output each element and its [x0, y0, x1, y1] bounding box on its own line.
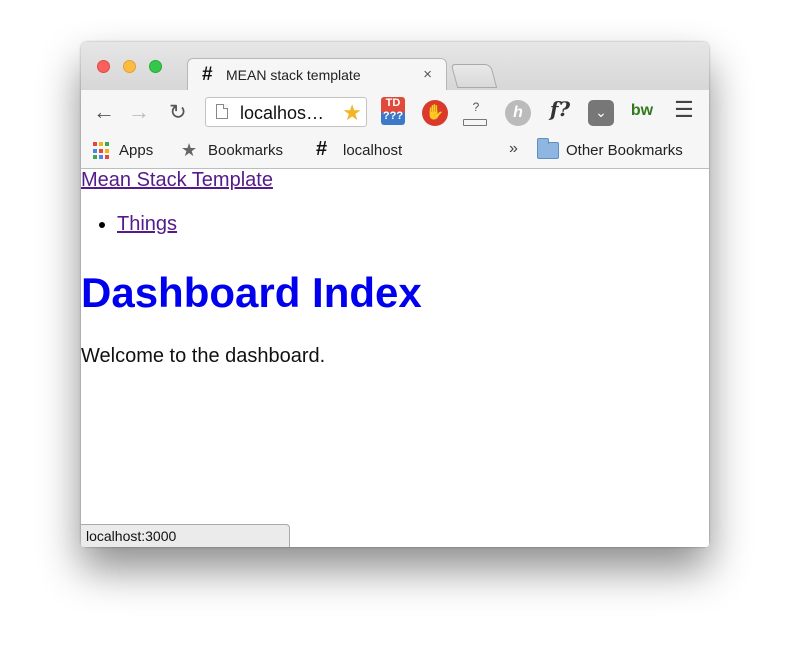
- bookmark-apps[interactable]: Apps: [119, 142, 153, 159]
- page-content: Mean Stack Template Things Dashboard Ind…: [81, 169, 709, 547]
- toolbar: ← → ↻ localhos… ★ TD??? ✋ ? h f? ⌄ bw ☰: [81, 90, 709, 134]
- brand-link[interactable]: Mean Stack Template: [81, 169, 273, 192]
- close-window-button[interactable]: [97, 60, 110, 73]
- menu-icon[interactable]: ☰: [671, 97, 697, 123]
- nav-list: Things: [117, 213, 177, 236]
- status-bar: localhost:3000: [81, 524, 290, 547]
- folder-icon: [537, 138, 559, 159]
- adblock-extension-icon[interactable]: ✋: [422, 100, 448, 126]
- bookmark-bookmarks[interactable]: Bookmarks: [208, 142, 283, 159]
- browser-window: # MEAN stack template × ← → ↻ localhos… …: [81, 42, 709, 547]
- back-arrow-icon[interactable]: ←: [93, 99, 115, 125]
- question-mark-icon: ?: [472, 100, 480, 114]
- h-extension-icon[interactable]: h: [505, 100, 531, 126]
- apps-grid-icon: [93, 142, 111, 160]
- more-bookmarks-chevron-icon[interactable]: »: [509, 140, 518, 158]
- bookmark-star-icon[interactable]: ★: [342, 100, 362, 126]
- tab-active[interactable]: # MEAN stack template ×: [187, 58, 447, 92]
- extension-bar-icon: [463, 119, 487, 126]
- things-link[interactable]: Things: [117, 213, 177, 235]
- tab-title: MEAN stack template: [226, 67, 361, 83]
- address-bar-url[interactable]: localhos…: [240, 103, 324, 124]
- bookmarks-bar: Apps ★ Bookmarks # localhost » Other Boo…: [81, 134, 709, 169]
- new-tab-button[interactable]: [450, 64, 498, 88]
- nav-item-things: Things: [117, 213, 177, 236]
- tab-close-icon[interactable]: ×: [423, 66, 432, 83]
- page-icon: [216, 104, 228, 119]
- minimize-window-button[interactable]: [123, 60, 136, 73]
- address-bar[interactable]: localhos… ★: [205, 97, 367, 127]
- welcome-text: Welcome to the dashboard.: [81, 345, 326, 367]
- page-title: Dashboard Index: [81, 269, 422, 316]
- hash-icon: #: [316, 138, 328, 160]
- forward-arrow-icon[interactable]: →: [128, 99, 150, 125]
- reload-icon[interactable]: ↻: [169, 100, 187, 125]
- f-extension-icon[interactable]: f?: [547, 97, 573, 123]
- bw-extension-icon[interactable]: bw: [629, 102, 655, 128]
- unknown-extension-icon[interactable]: ?: [463, 100, 489, 126]
- zoom-window-button[interactable]: [149, 60, 162, 73]
- hash-icon: #: [202, 64, 213, 85]
- translate-extension-icon[interactable]: TD???: [381, 97, 405, 125]
- bookmark-other-bookmarks[interactable]: Other Bookmarks: [566, 142, 683, 159]
- bookmarks-star-icon: ★: [181, 140, 198, 160]
- pocket-extension-icon[interactable]: ⌄: [588, 100, 614, 126]
- bookmark-localhost[interactable]: localhost: [343, 142, 402, 159]
- title-bar: # MEAN stack template ×: [81, 42, 709, 92]
